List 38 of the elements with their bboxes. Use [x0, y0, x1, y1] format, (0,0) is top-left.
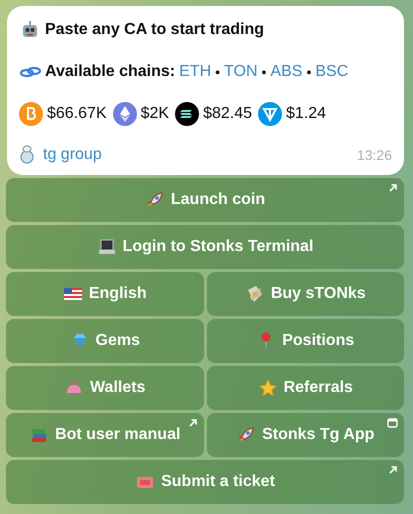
keyboard-button[interactable]: Stonks Tg App — [206, 413, 404, 457]
separator: • — [306, 64, 312, 80]
keyboard-button[interactable]: Submit a ticket — [6, 460, 404, 504]
laptop-icon — [96, 237, 117, 257]
window-icon — [387, 418, 398, 428]
chain-link[interactable]: TON — [224, 63, 258, 81]
keyboard-button[interactable]: Referrals — [206, 366, 404, 410]
arrow-icon — [188, 418, 198, 428]
message-headline: Paste any CA to start trading — [45, 21, 264, 39]
price-text: $2K — [140, 105, 170, 123]
arrow-icon — [388, 465, 398, 475]
ethereum-icon — [112, 102, 137, 126]
chains-label: Available chains: — [45, 63, 176, 81]
keyboard-button[interactable]: Launch coin — [6, 178, 404, 222]
price-text: $82.45 — [203, 105, 252, 123]
ton-icon — [258, 102, 282, 126]
price-text: $66.67K — [47, 105, 107, 123]
keyboard-button[interactable]: Buy sTONks — [206, 272, 404, 316]
keyboard-button[interactable]: Wallets — [6, 366, 204, 410]
keyboard-button[interactable]: Gems — [6, 319, 204, 363]
rocket-icon — [236, 425, 256, 445]
chain-link[interactable]: ABS — [270, 63, 302, 81]
message-time: 13:26 — [356, 147, 392, 163]
chain-link[interactable]: BSC — [315, 63, 348, 81]
keyboard-button[interactable]: Login to Stonks Terminal — [6, 225, 404, 269]
group-link[interactable]: tg group — [43, 146, 102, 164]
keyboard-button[interactable]: English — [6, 272, 204, 316]
keyboard-button[interactable]: Positions — [206, 319, 404, 363]
separator: • — [262, 64, 266, 80]
price-text: $1.24 — [286, 105, 326, 123]
arrow-icon — [388, 183, 398, 193]
chain-link[interactable]: ETH — [179, 63, 212, 81]
bitcoin-icon — [19, 102, 43, 126]
solana-icon — [175, 102, 200, 126]
keyboard-button[interactable]: Bot user manual — [6, 413, 204, 457]
star-icon — [258, 378, 278, 398]
rocket-icon — [144, 190, 165, 210]
separator: • — [215, 64, 220, 80]
